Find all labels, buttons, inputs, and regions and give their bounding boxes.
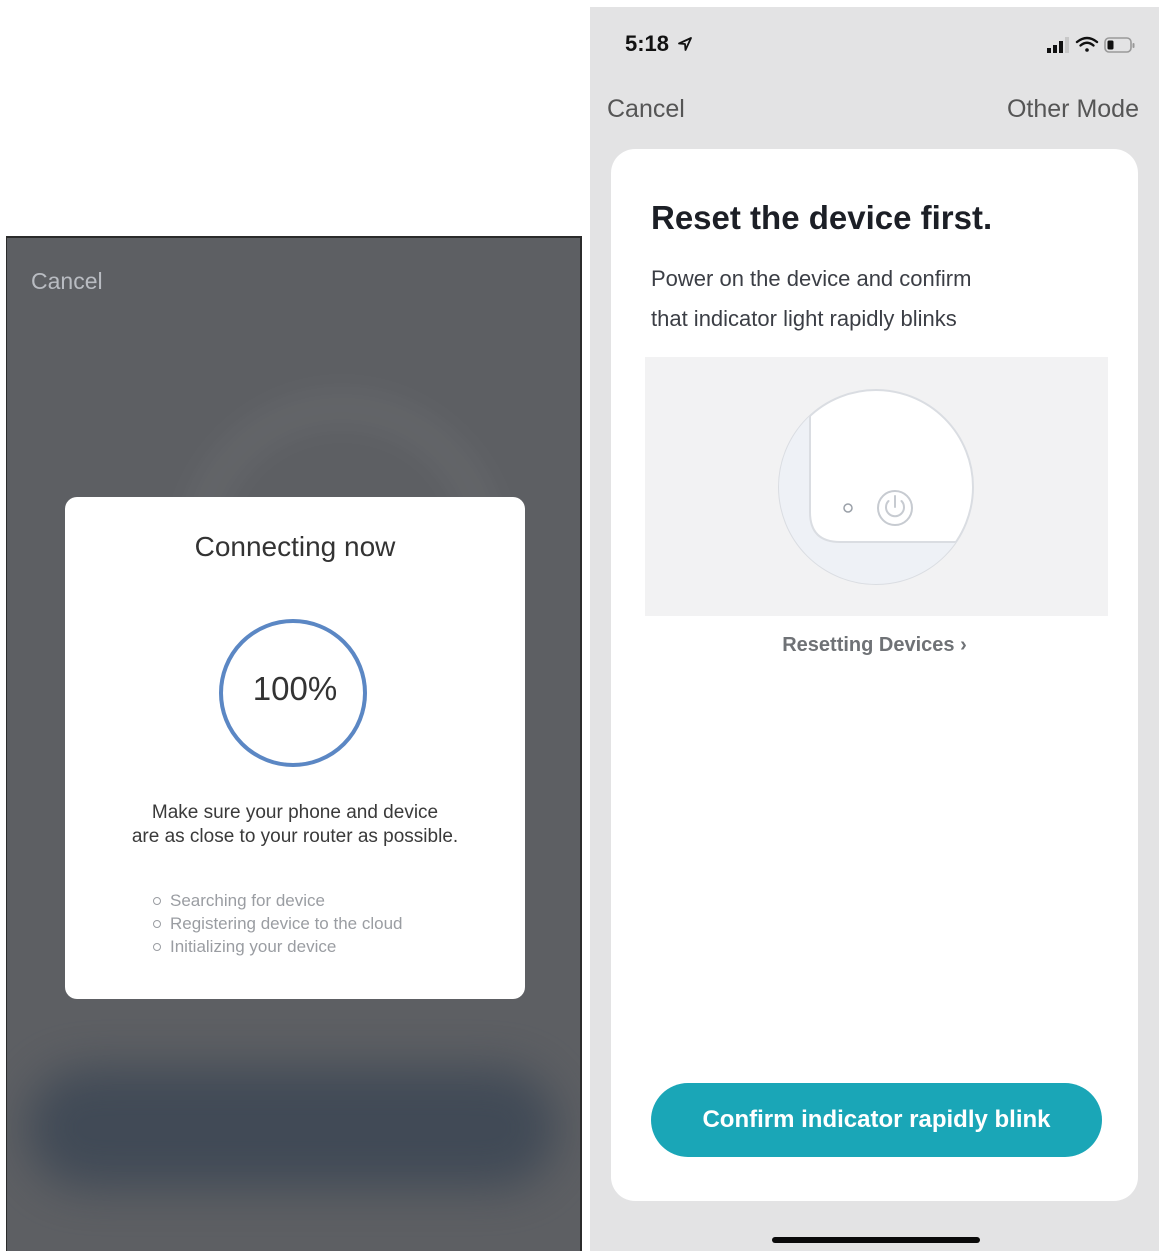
proximity-message-line2: are as close to your router as possible. [131,826,459,847]
cancel-button[interactable]: Cancel [31,268,103,295]
home-indicator [772,1237,980,1243]
other-mode-button[interactable]: Other Mode [1007,95,1139,124]
reset-instructions-line2: that indicator light rapidly blinks [651,306,957,331]
status-bar: 5:18 [590,7,1159,67]
chevron-right-icon: › [960,634,967,656]
proximity-message: Make sure your phone and device are as c… [85,801,505,849]
progress-percent: 100% [252,670,338,707]
connection-steps: Searching for device Registering device … [153,889,402,958]
page-title: Reset the device first. [651,199,993,236]
step-label: Searching for device [170,891,325,910]
status-icons [1047,36,1135,53]
device-illustration [645,357,1108,616]
confirm-blink-button[interactable]: Confirm indicator rapidly blink [651,1083,1102,1157]
background-blur-button [27,1068,557,1188]
reset-card: Reset the device first. Power on the dev… [611,149,1138,1201]
reset-device-screen: 5:18 Cancel Other Mode Reset the device … [590,7,1159,1251]
location-arrow-icon [678,37,693,51]
step-bullet-icon [153,919,161,928]
reset-instructions: Power on the device and confirm that ind… [651,259,1091,339]
battery-icon [1104,37,1135,53]
step-label: Initializing your device [170,937,337,956]
reset-instructions-line1: Power on the device and confirm [651,266,972,291]
dialog-title: Connecting now [194,531,396,562]
step-item: Registering device to the cloud [153,912,402,935]
step-bullet-icon [153,942,161,951]
resetting-devices-link[interactable]: Resetting Devices › [611,634,1138,657]
signal-icon [1047,37,1069,53]
step-label: Registering device to the cloud [170,914,403,933]
step-item: Initializing your device [153,935,402,958]
step-bullet-icon [153,896,161,905]
connecting-screen: Cancel Connecting now 100% Make sure you… [6,236,582,1251]
step-item: Searching for device [153,889,402,912]
status-time: 5:18 [625,31,693,57]
proximity-message-line1: Make sure your phone and device [151,802,439,823]
device-power-button-illustration [778,389,974,585]
status-time-text: 5:18 [625,31,670,56]
connecting-dialog: Connecting now 100% Make sure your phone… [65,497,525,999]
wifi-icon [1075,36,1099,52]
resetting-devices-label: Resetting Devices [782,634,955,656]
cancel-button[interactable]: Cancel [607,95,685,124]
